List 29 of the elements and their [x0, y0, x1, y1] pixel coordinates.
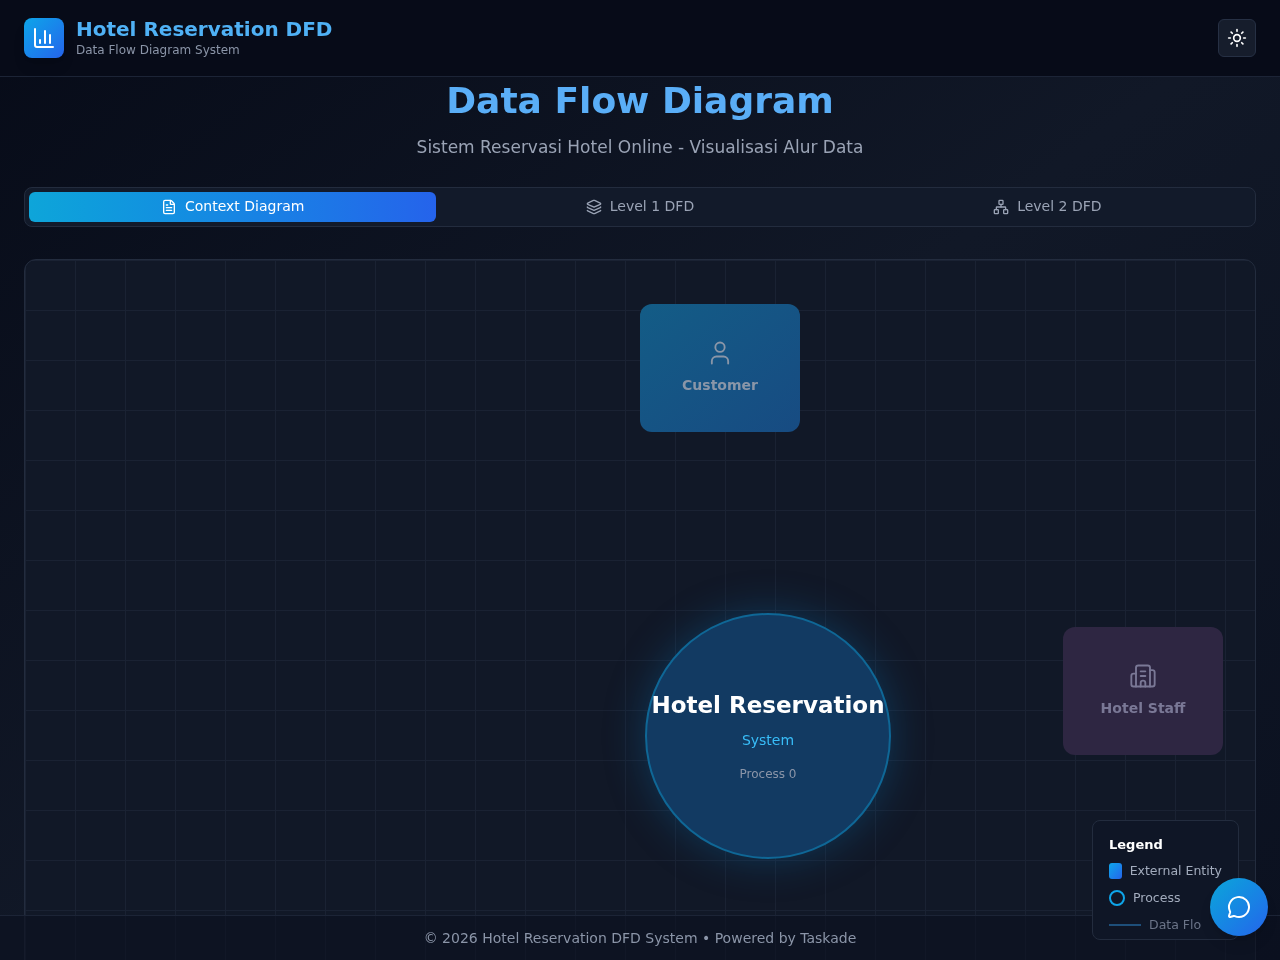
- app-subtitle: Data Flow Diagram System: [76, 42, 241, 59]
- entity-label: Customer: [682, 376, 758, 395]
- flow-line-icon: [1109, 923, 1141, 926]
- process-number: Process 0: [739, 766, 797, 784]
- diagram-tab[interactable]: Context Diagram: [29, 191, 437, 222]
- page-title: Data Flow Diagram: [446, 79, 834, 123]
- process-swatch-icon: [1109, 890, 1125, 907]
- logo-icon: [24, 18, 64, 58]
- hierarchy-icon: [993, 198, 1010, 215]
- legend-label: Process: [1133, 888, 1181, 907]
- layers-icon: [585, 198, 602, 215]
- legend-label: External Entity: [1129, 862, 1222, 880]
- app-title: Hotel Reservation DFD: [76, 17, 333, 41]
- legend-label: Data Flo: [1149, 915, 1202, 934]
- sun-icon: [1227, 28, 1247, 48]
- process-subtitle: System: [741, 731, 795, 751]
- entity-label: Hotel Staff: [1100, 699, 1186, 718]
- chat-icon: [1227, 895, 1251, 919]
- entity-swatch-icon: [1109, 863, 1122, 880]
- diagram-tab[interactable]: Level 2 DFD: [843, 191, 1251, 222]
- building-icon: [1129, 662, 1157, 690]
- diagram-tab[interactable]: Level 1 DFD: [436, 191, 844, 222]
- page-subtitle: Sistem Reservasi Hotel Online - Visualisasi Alur Data: [416, 136, 864, 159]
- process-title: Hotel Reservation: [651, 690, 885, 720]
- legend-title: Legend: [1109, 835, 1164, 854]
- document-icon: [160, 198, 177, 215]
- process-node[interactable]: Hotel Reservation System Process 0: [645, 612, 891, 859]
- theme-toggle-button[interactable]: [1218, 19, 1256, 57]
- footer-text: © 2026 Hotel Reservation DFD System • Powered by Taskade: [423, 928, 857, 948]
